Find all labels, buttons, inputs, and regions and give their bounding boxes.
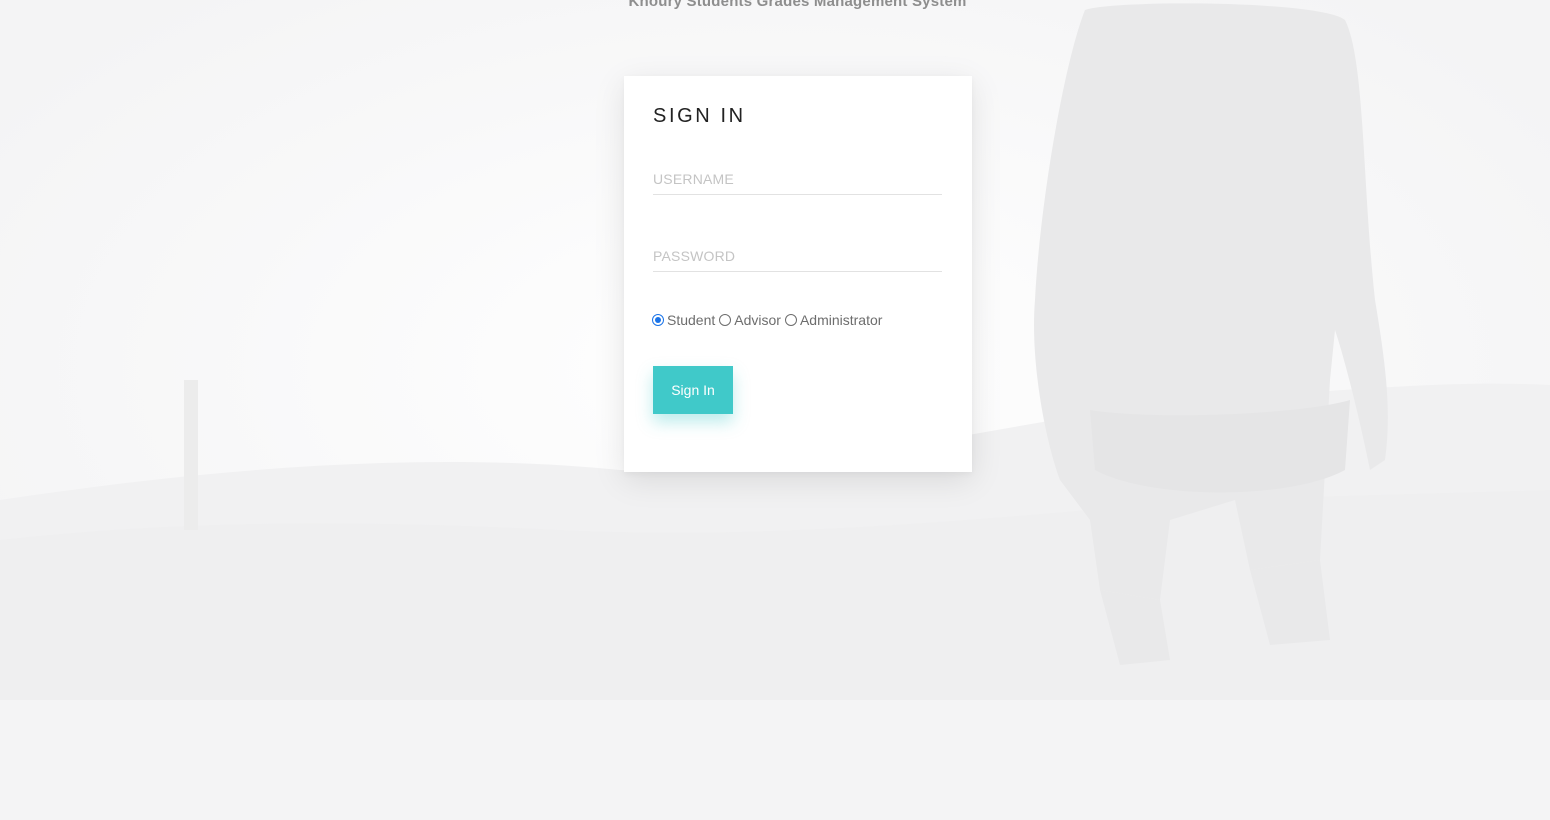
signin-button[interactable]: Sign In	[653, 366, 733, 414]
role-label-advisor: Advisor	[734, 312, 781, 328]
username-input[interactable]	[653, 164, 942, 195]
role-selector: Student Advisor Administrator	[652, 312, 886, 328]
role-option-administrator[interactable]: Administrator	[784, 312, 883, 328]
role-radio-student[interactable]	[652, 314, 664, 326]
signin-title: SIGN IN	[653, 105, 746, 127]
role-option-advisor[interactable]: Advisor	[719, 312, 781, 328]
role-label-student: Student	[667, 312, 716, 328]
role-radio-administrator[interactable]	[784, 314, 797, 326]
password-input[interactable]	[653, 241, 942, 272]
role-radio-advisor[interactable]	[719, 314, 732, 326]
role-option-student[interactable]: Student	[652, 312, 715, 328]
role-label-administrator: Administrator	[799, 312, 883, 328]
signin-card: SIGN IN Student Advisor Administrator Si…	[624, 76, 972, 472]
app-title: Khoury Students Grades Management System	[628, 0, 967, 10]
